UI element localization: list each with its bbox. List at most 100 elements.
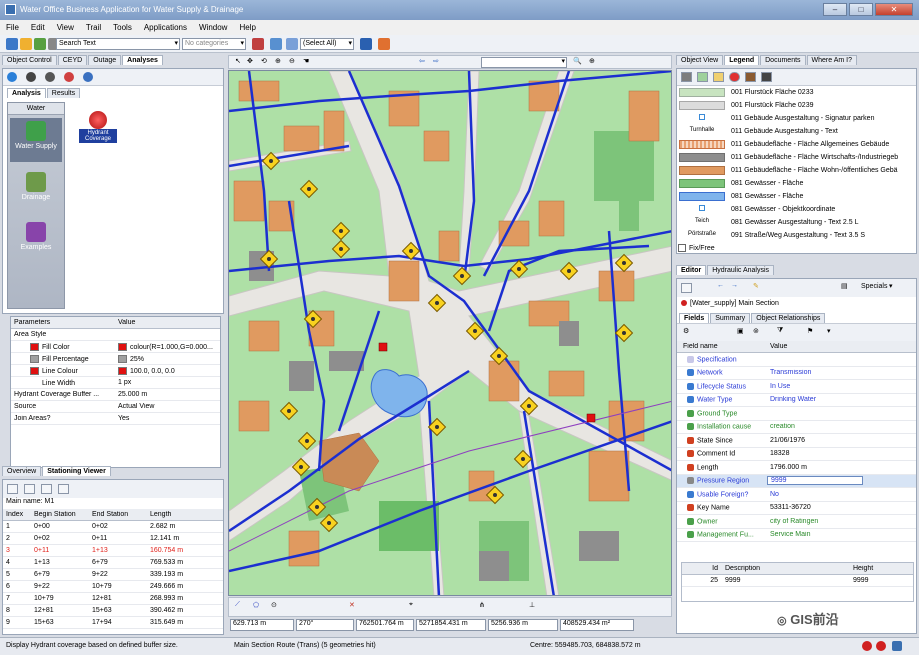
field-row[interactable]: Pressure Region 9999: [677, 474, 916, 488]
delete-icon[interactable]: ✕: [349, 601, 355, 609]
tab-editor[interactable]: Editor: [676, 265, 707, 275]
station-row[interactable]: 7 10+79 12+81 268.993 m: [3, 593, 223, 605]
split-icon[interactable]: ⋔: [479, 601, 485, 609]
legend-show-icon[interactable]: [697, 72, 708, 82]
station-row[interactable]: 8 12+81 15+63 390.462 m: [3, 605, 223, 617]
pause-icon[interactable]: [45, 72, 55, 82]
tab-object-view[interactable]: Object View: [676, 55, 724, 65]
station-row[interactable]: 3 0+11 1+13 160.754 m: [3, 545, 223, 557]
field-value[interactable]: 53311-36720: [767, 504, 916, 511]
fields-hydrant-icon[interactable]: ⚑: [807, 327, 813, 335]
editor-notes-icon[interactable]: ▤: [841, 282, 848, 290]
maximize-button[interactable]: □: [849, 3, 873, 16]
join-icon[interactable]: ⊥: [529, 601, 535, 609]
close-button[interactable]: ✕: [875, 3, 913, 16]
field-row[interactable]: State Since 21/06/1976: [677, 434, 916, 448]
print-icon[interactable]: [270, 38, 282, 50]
field-row[interactable]: Network Transmission: [677, 367, 916, 380]
legend-item[interactable]: 011 Gebäude Ausgestaltung - Signatur par…: [677, 112, 916, 125]
menu-help[interactable]: Help: [239, 23, 255, 32]
copy-icon[interactable]: [286, 38, 298, 50]
param-row[interactable]: Hydrant Coverage Buffer ... 25.000 m: [11, 389, 220, 401]
param-value[interactable]: colour(R=1.000,G=0.000...: [115, 342, 220, 351]
legend-item[interactable]: 001 Flurstück Fläche 0233: [677, 86, 916, 99]
station-row[interactable]: 1 0+00 0+02 2.682 m: [3, 521, 223, 533]
legend-item[interactable]: 081 Gewässer - Fläche: [677, 177, 916, 190]
forward-icon[interactable]: ⇨: [433, 57, 439, 65]
chevron-down-icon[interactable]: ▾: [240, 39, 244, 49]
fields-save-icon[interactable]: ▣: [737, 327, 744, 335]
menu-file[interactable]: File: [6, 23, 19, 32]
field-row[interactable]: Water Type Drinking Water: [677, 394, 916, 407]
category-water-supply[interactable]: Water Supply: [10, 118, 62, 162]
hydrant-coverage-tool[interactable]: Hydrant Coverage: [79, 111, 117, 157]
bookmark-icon[interactable]: [20, 38, 32, 50]
field-value[interactable]: No: [767, 491, 916, 498]
param-row[interactable]: Area Style: [11, 329, 220, 341]
tab-where-am-i[interactable]: Where Am I?: [806, 55, 857, 65]
field-row[interactable]: Usable Foreign? No: [677, 488, 916, 502]
selection-select[interactable]: (Select All) ▾: [300, 38, 354, 50]
tab-object-control[interactable]: Object Control: [2, 55, 57, 65]
param-value[interactable]: 25.000 m: [115, 391, 220, 398]
cancel-icon[interactable]: [64, 72, 74, 82]
legend-item[interactable]: 011 Gebäudefläche - Fläche Wohn-/öffentl…: [677, 164, 916, 177]
field-row[interactable]: Lifecycle Status In Use: [677, 380, 916, 394]
legend-item[interactable]: Teich 081 Gewässer Ausgestaltung - Text 2…: [677, 216, 916, 229]
tab-results[interactable]: Results: [46, 88, 81, 98]
tool-icon[interactable]: [378, 38, 390, 50]
tab-documents[interactable]: Documents: [760, 55, 806, 65]
station-row[interactable]: 6 9+22 10+79 249.666 m: [3, 581, 223, 593]
snap-icon[interactable]: ⊙: [271, 601, 277, 609]
legend-item[interactable]: Turnhalle 011 Gebäude Ausgestaltung - Tex…: [677, 125, 916, 138]
station-row[interactable]: 9 15+63 17+94 315.649 m: [3, 617, 223, 629]
field-value[interactable]: 9999: [767, 476, 863, 486]
scale-select[interactable]: ▾: [481, 57, 567, 68]
tab-overview[interactable]: Overview: [2, 466, 42, 476]
param-value[interactable]: 100.0, 0.0, 0.0: [115, 366, 220, 375]
category-drainage[interactable]: Drainage: [10, 172, 62, 212]
chevron-down-icon[interactable]: ▾: [174, 39, 178, 49]
category-select[interactable]: No categories ▾: [182, 38, 246, 50]
status-alert-icon[interactable]: [876, 641, 886, 651]
zoom-to-icon[interactable]: [360, 38, 372, 50]
station-row[interactable]: 5 6+79 9+22 339.193 m: [3, 569, 223, 581]
param-row[interactable]: Line Colour 100.0, 0.0, 0.0: [11, 365, 220, 377]
legend-item[interactable]: Pörtstraße 091 Straße/Weg Ausgestaltung -…: [677, 229, 916, 242]
pointer-icon[interactable]: ↖: [235, 57, 241, 65]
measure-icon[interactable]: ⌖: [409, 601, 413, 609]
field-row[interactable]: Specification: [677, 353, 916, 367]
menu-view[interactable]: View: [57, 23, 74, 32]
legend-item[interactable]: 081 Gewässer - Fläche: [677, 190, 916, 203]
field-row[interactable]: Comment Id 18328: [677, 448, 916, 461]
draw-polygon-icon[interactable]: ⬠: [253, 601, 259, 609]
station-row[interactable]: 4 1+13 6+79 769.533 m: [3, 557, 223, 569]
editor-back-icon[interactable]: ←: [717, 282, 724, 289]
tab-analyses[interactable]: Analyses: [122, 55, 163, 65]
minimize-button[interactable]: –: [823, 3, 847, 16]
field-value[interactable]: Drinking Water: [767, 396, 916, 403]
legend-export-icon[interactable]: [761, 72, 772, 82]
editor-forward-icon[interactable]: →: [731, 282, 738, 289]
search-input[interactable]: Search Text ▾: [56, 38, 180, 50]
legend-folder-icon[interactable]: [713, 72, 724, 82]
coord-area[interactable]: 408529.434 m²: [560, 619, 634, 631]
fields-options-icon[interactable]: ⚙: [683, 327, 689, 335]
param-row[interactable]: Line Width 1 px: [11, 377, 220, 389]
stop-icon[interactable]: [26, 72, 36, 82]
field-row[interactable]: Key Name 53311-36720: [677, 502, 916, 515]
legend-item[interactable]: 001 Flurstück Fläche 0239: [677, 99, 916, 112]
field-value[interactable]: In Use: [767, 383, 916, 390]
zoom-out-icon[interactable]: ⊖: [289, 57, 295, 65]
tab-analysis[interactable]: Analysis: [7, 88, 46, 98]
status-error-icon[interactable]: [862, 641, 872, 651]
back-icon[interactable]: ⇦: [419, 57, 425, 65]
category-examples[interactable]: Examples: [10, 222, 62, 262]
coord-x[interactable]: 762501.764 m: [356, 619, 414, 631]
specials-menu[interactable]: Specials: [861, 283, 887, 290]
hand-icon[interactable]: ☚: [303, 57, 309, 65]
legend-stop-icon[interactable]: [729, 72, 740, 82]
tab-summary[interactable]: Summary: [710, 313, 751, 323]
layer-icon[interactable]: [34, 38, 46, 50]
tab-hydraulic-analysis[interactable]: Hydraulic Analysis: [707, 265, 775, 275]
